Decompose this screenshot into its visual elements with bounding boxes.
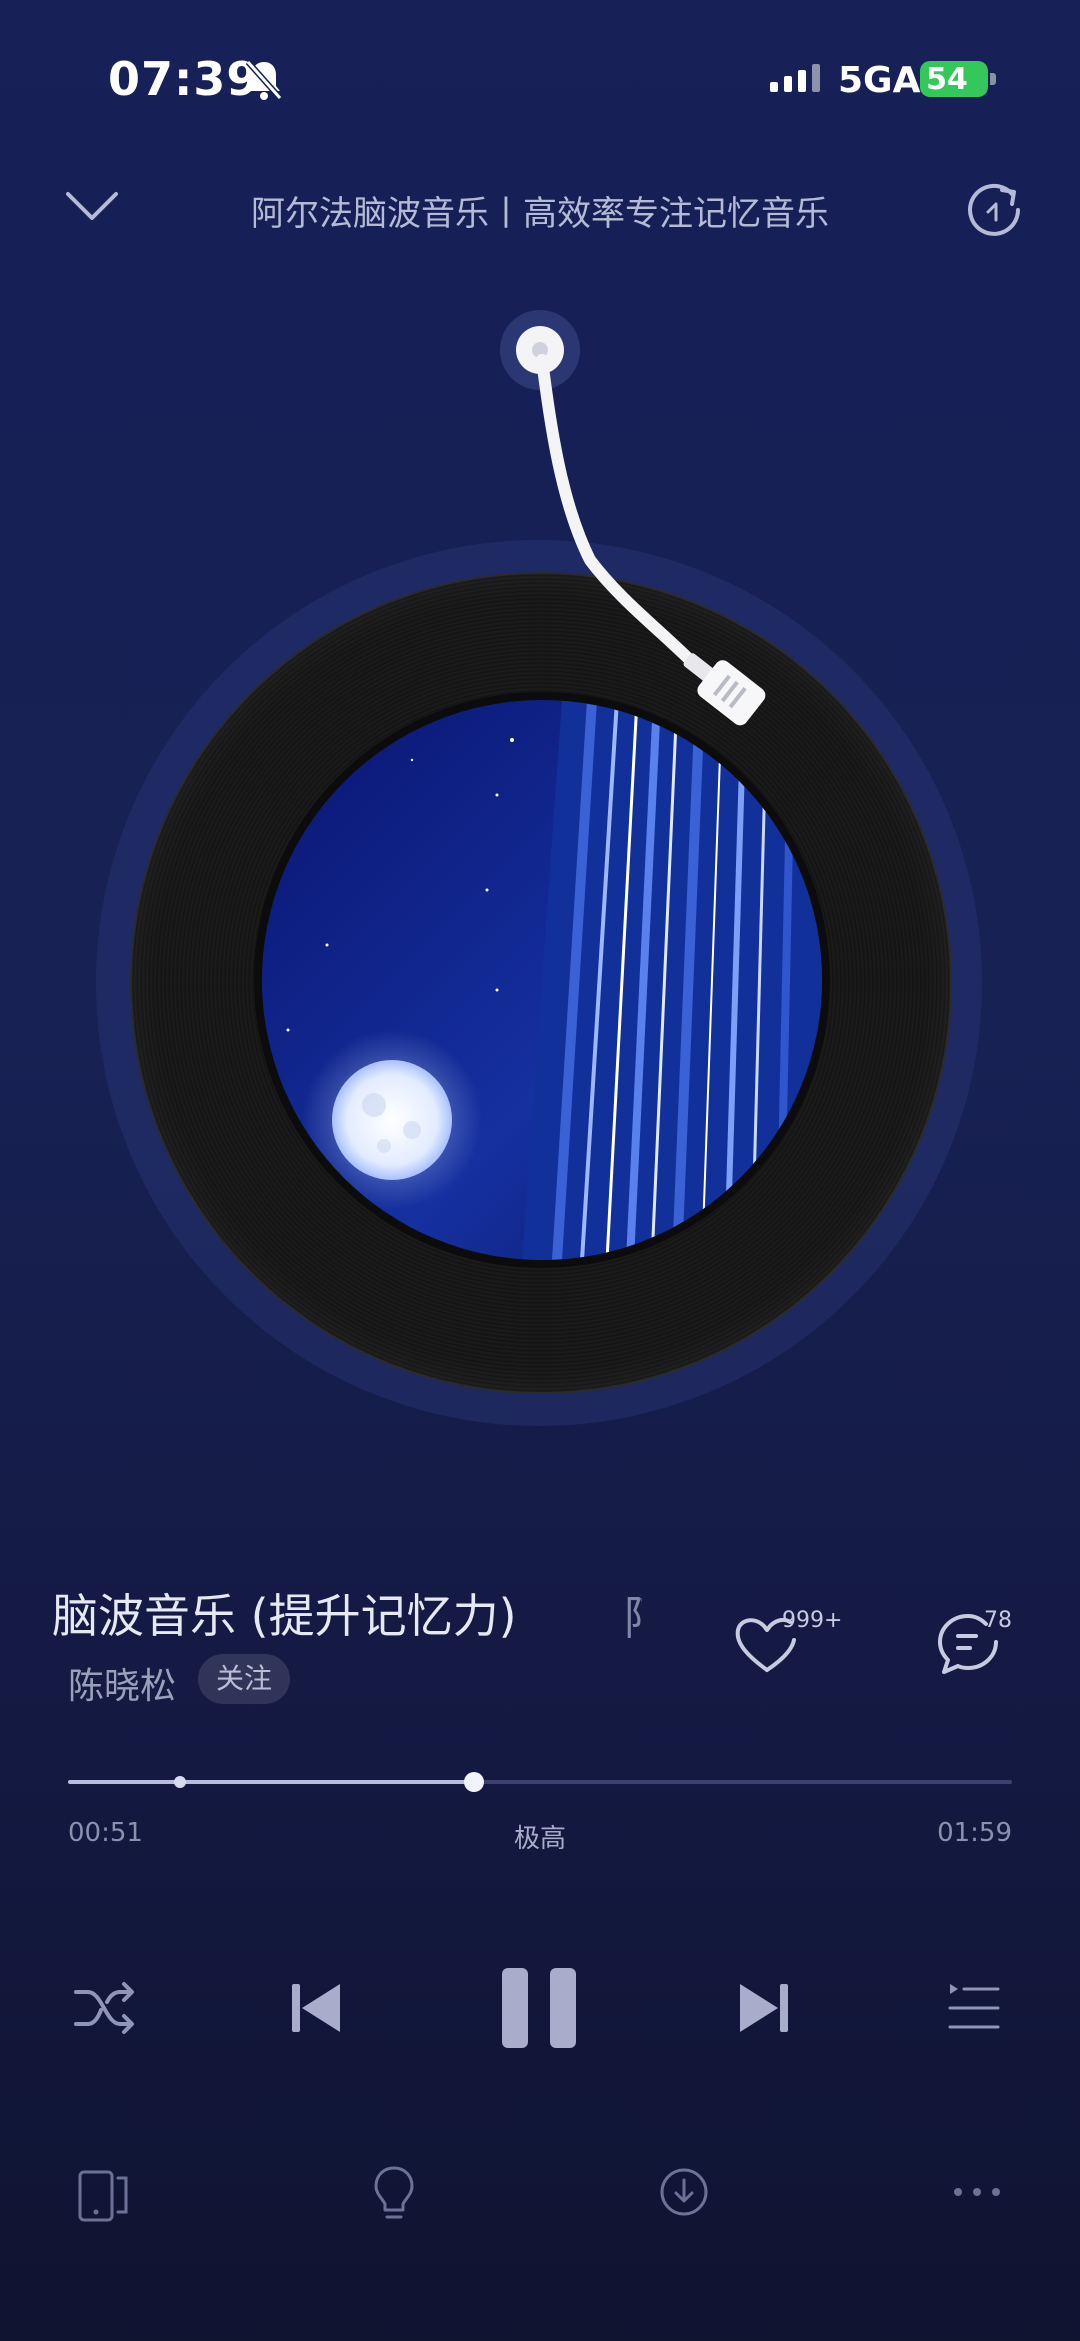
playlist-title[interactable]: 阿尔法脑波音乐丨高效率专注记忆音乐 [200, 186, 880, 235]
lightbulb-icon[interactable] [372, 2164, 416, 2224]
bell-muted-icon [245, 60, 283, 100]
battery-level: 54 [926, 62, 968, 97]
network-type: 5GA [838, 60, 921, 101]
playlist-icon[interactable] [946, 1980, 1002, 2036]
tonearm[interactable] [480, 300, 810, 770]
song-title-marquee-tail: 阿 [624, 1582, 642, 1648]
battery-cap [990, 73, 996, 85]
next-icon[interactable] [736, 1980, 792, 2036]
current-time: 00:51 [68, 1818, 143, 1848]
song-title: 脑波音乐 (提升记忆力) [52, 1589, 517, 1643]
artist-name[interactable]: 陈晓松 [68, 1657, 176, 1709]
progress-fill [68, 1780, 474, 1784]
more-icon[interactable] [950, 2180, 1004, 2204]
follow-button[interactable]: 关注 [198, 1654, 290, 1704]
previous-icon[interactable] [288, 1980, 344, 2036]
progress-marker [174, 1776, 186, 1788]
download-icon[interactable] [658, 2166, 710, 2218]
comment-count: 78 [984, 1608, 1012, 1633]
device-icon[interactable] [76, 2168, 132, 2224]
progress-knob[interactable] [463, 1772, 484, 1792]
shuffle-icon[interactable] [72, 1978, 136, 2038]
total-time: 01:59 [937, 1818, 1012, 1848]
chevron-down-icon[interactable] [64, 186, 120, 226]
signal-icon [770, 64, 820, 92]
album-art [262, 700, 822, 1260]
quality-button[interactable]: 极高 [500, 1818, 580, 1855]
refresh-icon[interactable] [966, 180, 1024, 238]
pause-icon[interactable] [500, 1966, 578, 2050]
status-time: 07:39 [108, 52, 260, 106]
like-count: 999+ [782, 1608, 843, 1633]
